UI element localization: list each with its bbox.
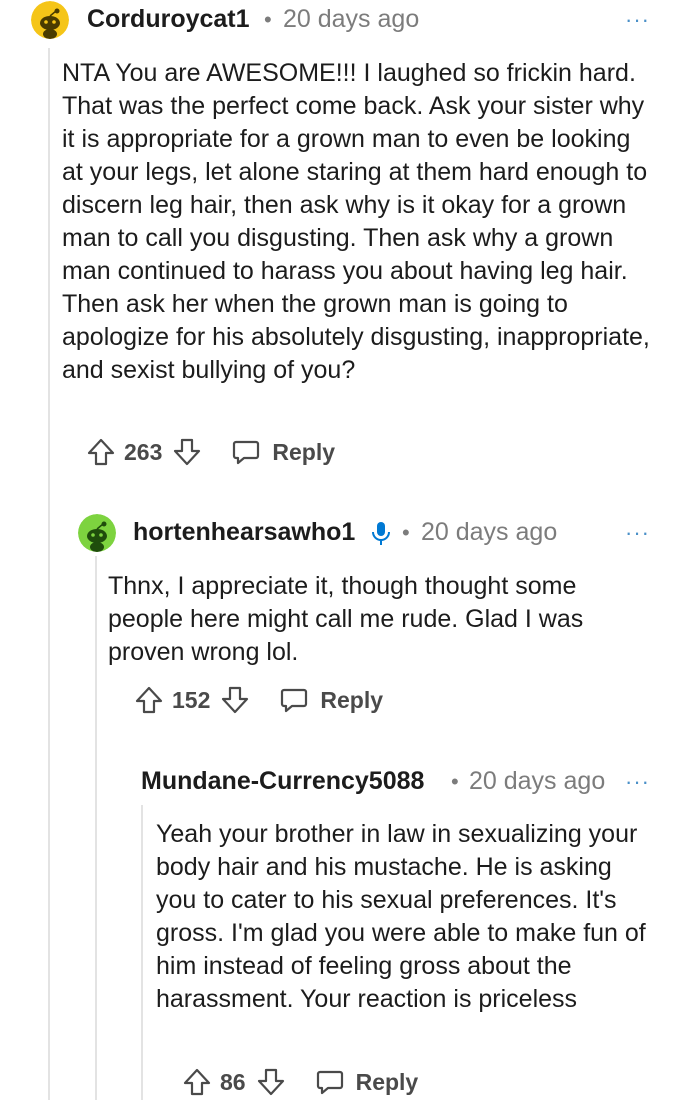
avatar[interactable] — [78, 514, 116, 552]
more-options-icon[interactable]: ··· — [625, 522, 650, 544]
comment-body: Thnx, I appreciate it, though thought so… — [108, 572, 584, 666]
microphone-icon — [370, 520, 392, 548]
vote-bar: 152 Reply — [134, 680, 383, 720]
timestamp: 20 days ago — [469, 767, 606, 795]
avatar[interactable] — [31, 1, 69, 39]
vote-score: 263 — [124, 438, 163, 465]
username[interactable]: Corduroycat1 — [87, 5, 250, 34]
username[interactable]: hortenhearsawho1 — [133, 518, 355, 547]
comment-body: Yeah your brother in law in sexualizing … — [156, 820, 646, 1013]
vote-score: 152 — [172, 686, 211, 713]
snoo-avatar-icon — [31, 1, 69, 39]
upvote-icon[interactable] — [134, 685, 164, 715]
thread-line-2[interactable] — [95, 556, 97, 1100]
reply-label: Reply — [320, 686, 384, 713]
timestamp: 20 days ago — [283, 5, 420, 33]
downvote-icon[interactable] — [256, 1067, 286, 1097]
downvote-icon[interactable] — [220, 685, 250, 715]
vote-bar: 263 Reply — [86, 432, 335, 472]
separator-dot: • — [264, 7, 272, 32]
more-options-icon[interactable]: ··· — [625, 771, 650, 793]
vote-score: 86 — [220, 1068, 246, 1095]
separator-dot: • — [451, 769, 459, 794]
upvote-icon[interactable] — [86, 437, 116, 467]
reply-button[interactable]: Reply — [316, 1068, 419, 1096]
separator-dot: • — [402, 520, 410, 545]
timestamp: 20 days ago — [421, 518, 558, 546]
downvote-icon[interactable] — [172, 437, 202, 467]
comment-bubble-icon — [316, 1070, 343, 1095]
thread-line-1[interactable] — [48, 48, 50, 1100]
thread-line-3[interactable] — [141, 805, 143, 1100]
comment-bubble-icon — [233, 440, 260, 465]
reply-button[interactable]: Reply — [280, 687, 383, 714]
more-options-icon[interactable]: ··· — [625, 9, 650, 31]
comment-bubble-icon — [281, 688, 308, 713]
snoo-avatar-icon — [78, 514, 116, 552]
reply-label: Reply — [272, 438, 336, 465]
username[interactable]: Mundane-Currency5088 — [141, 767, 424, 796]
reply-label: Reply — [355, 1068, 419, 1095]
reply-button[interactable]: Reply — [232, 439, 335, 466]
upvote-icon[interactable] — [182, 1067, 212, 1097]
comment-body: NTA You are AWESOME!!! I laughed so fric… — [62, 59, 650, 384]
vote-bar: 86 Reply — [182, 1062, 418, 1102]
